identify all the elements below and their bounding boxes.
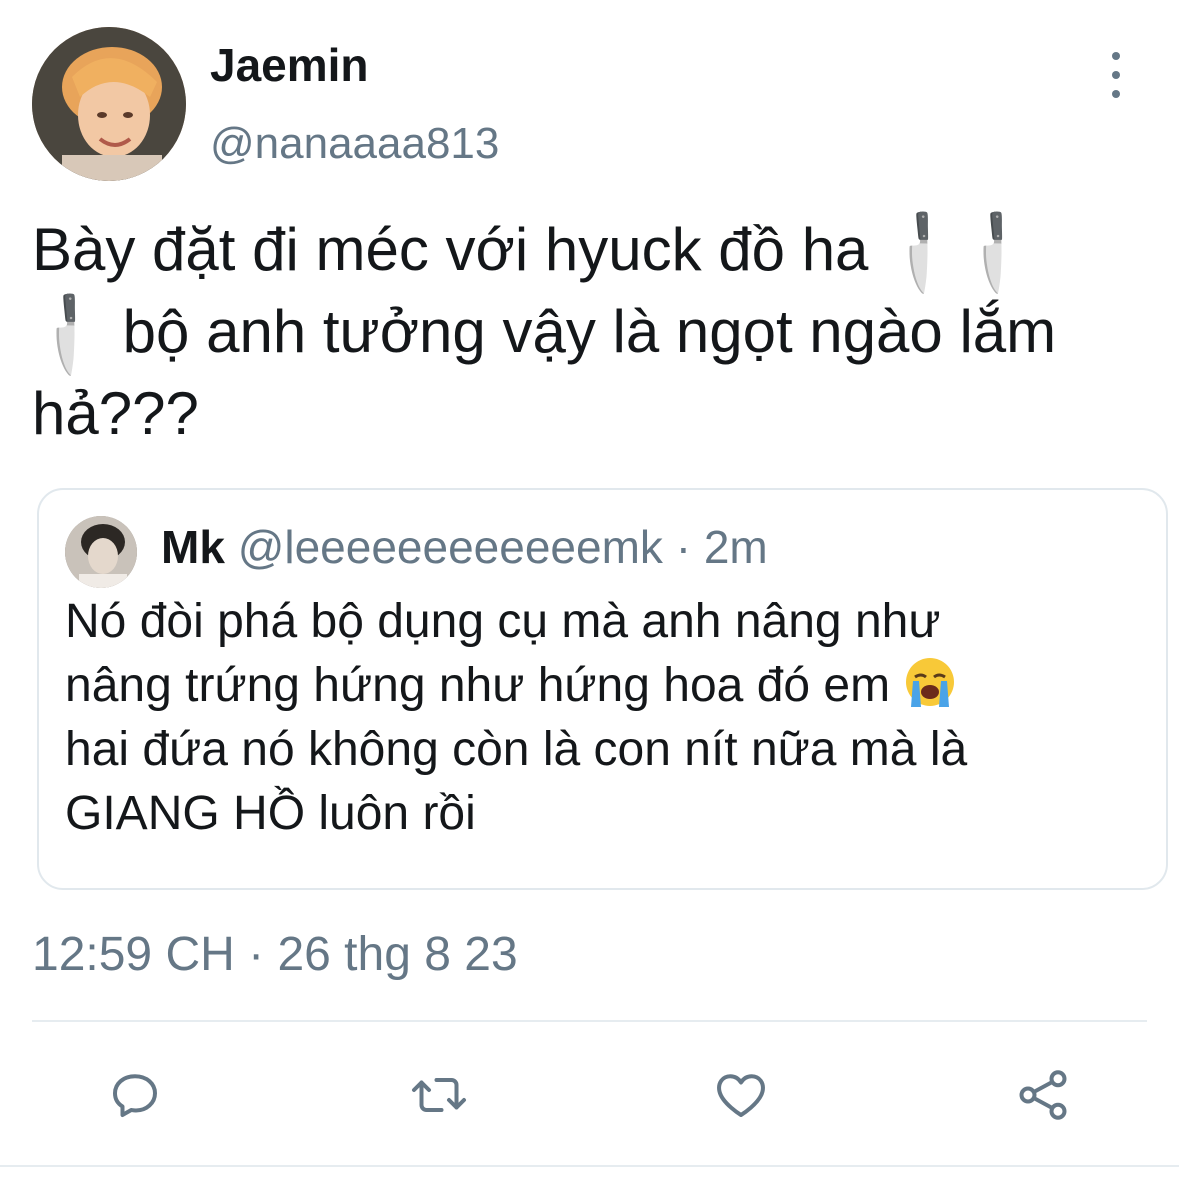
action-bar	[0, 1060, 1179, 1130]
tweet-text: Bày đặt đi méc với hyuck đồ ha 🔪🔪 🔪 bộ an…	[22, 204, 1172, 454]
more-vertical-icon-dot	[1112, 71, 1120, 79]
author-handle[interactable]: @nanaaaa813	[210, 118, 499, 171]
retweet-button[interactable]	[404, 1060, 474, 1130]
quote-author-avatar[interactable]	[65, 516, 137, 588]
quote-author-handle[interactable]: @leeeeeeeeeeeemk	[238, 521, 663, 573]
reply-icon	[113, 1074, 157, 1117]
more-vertical-icon	[1112, 52, 1120, 60]
author-display-name[interactable]: Jaemin	[210, 38, 369, 93]
tweet-text-part1: Bày đặt đi méc với hyuck đồ ha	[32, 216, 886, 283]
like-button[interactable]	[706, 1060, 776, 1130]
reply-button[interactable]	[100, 1060, 170, 1130]
quote-text: Nó đòi phá bộ dụng cụ mà anh nâng như nân…	[65, 590, 1145, 846]
quote-text-line1: Nó đòi phá bộ dụng cụ mà anh nâng như	[65, 595, 941, 648]
more-options-button[interactable]	[1096, 52, 1136, 98]
avatar-photo-icon	[32, 27, 186, 181]
quote-separator: ·	[662, 521, 704, 573]
quote-text-line3: hai đứa nó không còn là con nít nữa mà l…	[65, 723, 968, 776]
quote-time: 2m	[703, 521, 768, 573]
retweet-icon	[412, 1078, 466, 1112]
share-icon	[1019, 1070, 1067, 1120]
quoted-tweet-card[interactable]: Mk @leeeeeeeeeeeemk · 2m Nó đòi phá bộ d…	[37, 488, 1168, 890]
quote-author-name[interactable]: Mk	[161, 521, 225, 573]
avatar-photo-icon	[65, 516, 137, 588]
share-button[interactable]	[1008, 1060, 1078, 1130]
author-avatar[interactable]	[32, 27, 186, 181]
tweet-text-part2: bộ anh tưởng vậy là ngọt ngào lắm hả???	[32, 298, 1057, 447]
divider	[32, 1020, 1147, 1022]
knife-emoji-icon: 🔪	[948, 204, 1045, 300]
tweet-timestamp[interactable]: 12:59 CH · 26 thg 8 23	[32, 926, 518, 984]
quote-text-line2: nâng trứng hứng như hứng hoa đó em	[65, 659, 904, 712]
quote-text-line4: GIANG HỒ luôn rồi	[65, 787, 476, 840]
bottom-divider	[0, 1165, 1179, 1167]
knife-emoji-icon: 🔪	[21, 286, 117, 382]
more-vertical-icon-dot	[1112, 90, 1120, 98]
heart-icon	[717, 1074, 765, 1117]
quote-header: Mk @leeeeeeeeeeeemk · 2m	[161, 520, 768, 575]
loudly-crying-face-emoji	[906, 658, 955, 707]
